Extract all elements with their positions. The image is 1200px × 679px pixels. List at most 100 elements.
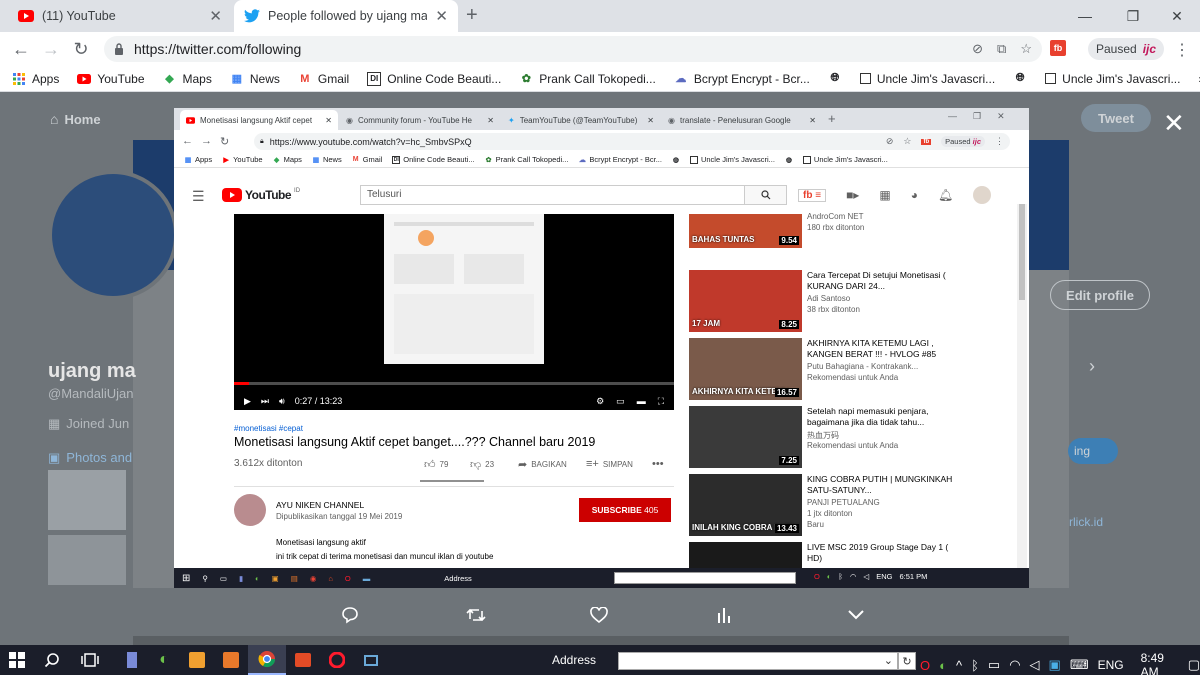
blocked-icon: ⊘ xyxy=(885,136,894,146)
tab-twitter[interactable]: People followed by ujang manda ✕ xyxy=(234,0,458,32)
wifi-icon[interactable]: ◠ xyxy=(1009,657,1020,673)
bookmark-uncle-jims-1[interactable]: Uncle Jim's Javascri... xyxy=(851,72,1004,86)
edit-profile-button[interactable]: Edit profile xyxy=(1050,280,1150,310)
bookmark-label: Prank Call Tokopedi... xyxy=(495,155,569,164)
retweet-icon[interactable] xyxy=(464,605,488,625)
like-button: 👍︎ 79 xyxy=(424,458,448,471)
notifications-icon[interactable]: ▢ xyxy=(1188,657,1200,673)
bookmark-maps[interactable]: ◆ Maps xyxy=(154,72,221,86)
bookmark-label: Maps xyxy=(283,155,302,164)
language-indicator[interactable]: ENG xyxy=(1098,658,1124,672)
windows-start-icon[interactable] xyxy=(0,645,34,675)
close-tab-icon[interactable]: ✕ xyxy=(209,7,222,25)
paused-label: Paused xyxy=(945,137,971,146)
globe-icon: 🌐︎ xyxy=(830,72,840,84)
chrome-icon[interactable] xyxy=(248,645,286,675)
recommended-video: AKHIRNYA KITA KETEMU 16.57 AKHIRNYA KITA K… xyxy=(689,338,959,400)
app-icon[interactable] xyxy=(286,645,320,675)
bookmarks-overflow-icon[interactable]: » xyxy=(1189,72,1200,86)
nav-home[interactable]: ⌂ Home xyxy=(50,111,101,127)
search-icon[interactable] xyxy=(34,645,70,675)
photo-thumb[interactable] xyxy=(48,535,126,585)
analytics-icon[interactable] xyxy=(712,605,736,625)
close-tab-icon[interactable]: ✕ xyxy=(435,7,448,25)
opera-tray-icon[interactable]: O xyxy=(920,658,930,673)
bookmark-prank-call[interactable]: ✿ Prank Call Tokopedi... xyxy=(510,72,665,86)
back-button[interactable]: ← xyxy=(6,34,36,64)
forward-icon: → xyxy=(201,135,212,147)
menu-icon[interactable]: ⋮ xyxy=(1174,40,1190,60)
minimize-button[interactable]: — xyxy=(1062,0,1108,32)
video-hashtags: #monetisasi #cepat xyxy=(234,424,303,433)
youtube-logo: YouTube ID xyxy=(222,188,300,202)
tray-app-icon[interactable]: ▣ xyxy=(1049,657,1061,673)
following-button[interactable]: ing xyxy=(1068,438,1118,464)
chevron-down-icon[interactable] xyxy=(844,605,868,625)
app-icon[interactable] xyxy=(214,645,248,675)
maximize-button[interactable]: ❐ xyxy=(1110,0,1156,32)
blocked-icon[interactable]: ⊘ xyxy=(972,41,983,57)
like-heart-icon[interactable] xyxy=(587,605,611,625)
tray-app-icon[interactable]: ◐ xyxy=(939,658,947,673)
expand-tray-icon[interactable]: ^ xyxy=(956,658,962,673)
address-bar[interactable]: https://twitter.com/following ⊘ ⧉ ☆ xyxy=(104,36,1042,62)
code-beautify-icon: DI xyxy=(367,71,382,86)
go-refresh-icon[interactable]: ↻ xyxy=(898,652,916,670)
apps-grid-icon xyxy=(12,72,26,86)
region-code: ID xyxy=(294,188,301,194)
bookmark-gmail[interactable]: M Gmail xyxy=(289,72,358,86)
translate-icon[interactable]: ⧉ xyxy=(997,41,1006,57)
reply-icon[interactable] xyxy=(338,605,362,625)
keyboard-icon[interactable]: ⌨ xyxy=(1070,657,1089,673)
video-thumbnail: 7.25 xyxy=(689,406,802,468)
close-icon[interactable]: ✕ xyxy=(1163,108,1185,139)
bookmark-globe[interactable]: 🌐︎ xyxy=(819,72,851,86)
app-icon[interactable] xyxy=(354,645,388,675)
bell-icon: 🔔︎ xyxy=(937,188,954,202)
profile-link[interactable]: rlick.id xyxy=(1069,515,1103,529)
volume-icon[interactable]: ◁ xyxy=(1030,657,1040,673)
bookmark-uncle-jims-2[interactable]: Uncle Jim's Javascri... xyxy=(1036,72,1189,86)
task-view-icon[interactable] xyxy=(70,645,110,675)
bluetooth-icon[interactable]: ᛒ xyxy=(971,658,979,673)
subscribe-button: SUBSCRIBE 405 xyxy=(579,498,671,522)
twitter-icon: ✦ xyxy=(508,115,515,125)
photos-link[interactable]: ▣ Photos and xyxy=(48,450,132,466)
inner-bookmarks-bar: ▦ Apps ▶ YouTube ◆ Maps ▦ News M Gmail DI Onli… xyxy=(174,152,1029,168)
battery-icon[interactable]: ▭ xyxy=(988,657,1000,673)
bookmark-youtube[interactable]: YouTube xyxy=(68,72,153,86)
youtube-icon xyxy=(186,116,195,124)
bookmark-bcrypt[interactable]: ☁ Bcrypt Encrypt - Bcr... xyxy=(665,72,819,86)
bookmark-apps[interactable]: Apps xyxy=(0,72,68,86)
inner-address-toolbar-input xyxy=(614,572,796,584)
reload-button[interactable]: ↻ xyxy=(66,34,96,64)
bookmark-news[interactable]: ▦ News xyxy=(221,72,289,86)
star-icon[interactable]: ☆ xyxy=(1020,41,1032,57)
address-toolbar-input[interactable]: ⌄ xyxy=(618,652,898,670)
photos-label: Photos and xyxy=(66,450,133,465)
page-icon xyxy=(1045,73,1057,84)
video-thumbnail: AKHIRNYA KITA KETEMU 16.57 xyxy=(689,338,802,400)
app-icon[interactable] xyxy=(116,645,148,675)
tab-youtube[interactable]: (11) YouTube ✕ xyxy=(8,0,232,32)
chevron-down-icon[interactable]: ⌄ xyxy=(884,654,893,667)
extension-icon[interactable]: fb xyxy=(1050,40,1066,56)
bookmark-code-beautify[interactable]: DI Online Code Beauti... xyxy=(358,71,510,86)
new-tab-button[interactable]: + xyxy=(466,4,478,27)
chevron-right-icon[interactable]: › xyxy=(1089,356,1095,377)
close-window-button[interactable]: ✕ xyxy=(1154,0,1200,32)
tweet-button[interactable]: Tweet xyxy=(1081,104,1151,132)
photo-thumb[interactable] xyxy=(48,470,126,530)
video-player: ▶ ⏭︎ 🔊︎ 0:27 / 13:23 ⚙ ▭ ▬ ⛶ xyxy=(234,214,674,410)
opera-icon[interactable] xyxy=(320,645,354,675)
youtube-logo-icon xyxy=(222,188,242,202)
task-view-icon: ▭ xyxy=(219,573,227,583)
bcrypt-icon: ☁ xyxy=(578,156,586,164)
recommended-channel: AndroCom NET xyxy=(807,212,864,221)
forward-button[interactable]: → xyxy=(36,34,66,64)
bookmark-globe-2[interactable]: 🌐︎ xyxy=(1004,72,1036,86)
app-icon[interactable]: ◐ xyxy=(148,645,180,675)
app-icon[interactable] xyxy=(180,645,214,675)
language-indicator: ENG xyxy=(876,572,893,581)
profile-paused-button[interactable]: Paused ijc xyxy=(1088,38,1164,60)
